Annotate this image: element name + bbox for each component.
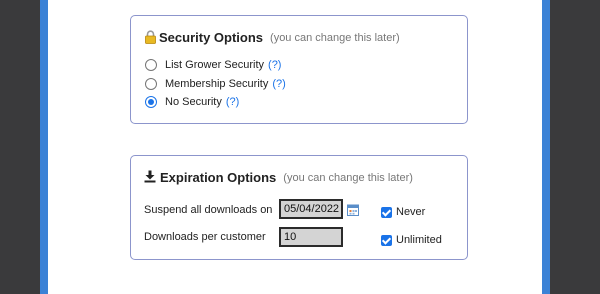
downloads-per-customer-label: Downloads per customer	[144, 231, 266, 243]
radio-button[interactable]	[145, 78, 157, 90]
radio-membership-security[interactable]: Membership Security (?)	[145, 78, 286, 90]
suspend-date-field[interactable]: 05/04/2022	[279, 199, 343, 219]
radio-list-grower-security[interactable]: List Grower Security (?)	[145, 59, 281, 71]
security-options-header: Security Options (you can change this la…	[144, 29, 400, 45]
lock-icon	[144, 29, 157, 44]
unlimited-label: Unlimited	[396, 234, 442, 246]
radio-label: No Security	[165, 96, 222, 108]
unlimited-checkbox[interactable]	[381, 234, 392, 246]
calendar-icon[interactable]	[347, 203, 359, 216]
downloads-per-customer-field[interactable]: 10	[279, 227, 343, 247]
radio-button-selected[interactable]	[145, 96, 157, 108]
radio-label: Membership Security	[165, 78, 269, 90]
radio-no-security[interactable]: No Security (?)	[145, 96, 239, 108]
never-checkbox[interactable]	[381, 206, 392, 218]
expiration-options-header: Expiration Options (you can change this …	[144, 170, 413, 185]
expiration-options-title: Expiration Options	[160, 170, 277, 185]
security-options-title: Security Options	[159, 30, 264, 45]
security-options-note: (you can change this later)	[270, 31, 400, 44]
help-link[interactable]: (?)	[272, 78, 285, 90]
never-checkbox-row[interactable]: Never	[381, 206, 425, 218]
never-label: Never	[396, 206, 426, 218]
help-link[interactable]: (?)	[268, 59, 281, 71]
download-icon	[144, 170, 156, 183]
radio-label: List Grower Security	[165, 59, 265, 71]
suspend-downloads-label: Suspend all downloads on	[144, 204, 273, 216]
radio-button[interactable]	[145, 59, 157, 71]
help-link[interactable]: (?)	[226, 96, 239, 108]
security-options-section: Security Options (you can change this la…	[130, 15, 468, 124]
unlimited-checkbox-row[interactable]: Unlimited	[381, 234, 442, 246]
expiration-options-note: (you can change this later)	[283, 171, 413, 184]
expiration-options-section: Expiration Options (you can change this …	[130, 155, 468, 260]
